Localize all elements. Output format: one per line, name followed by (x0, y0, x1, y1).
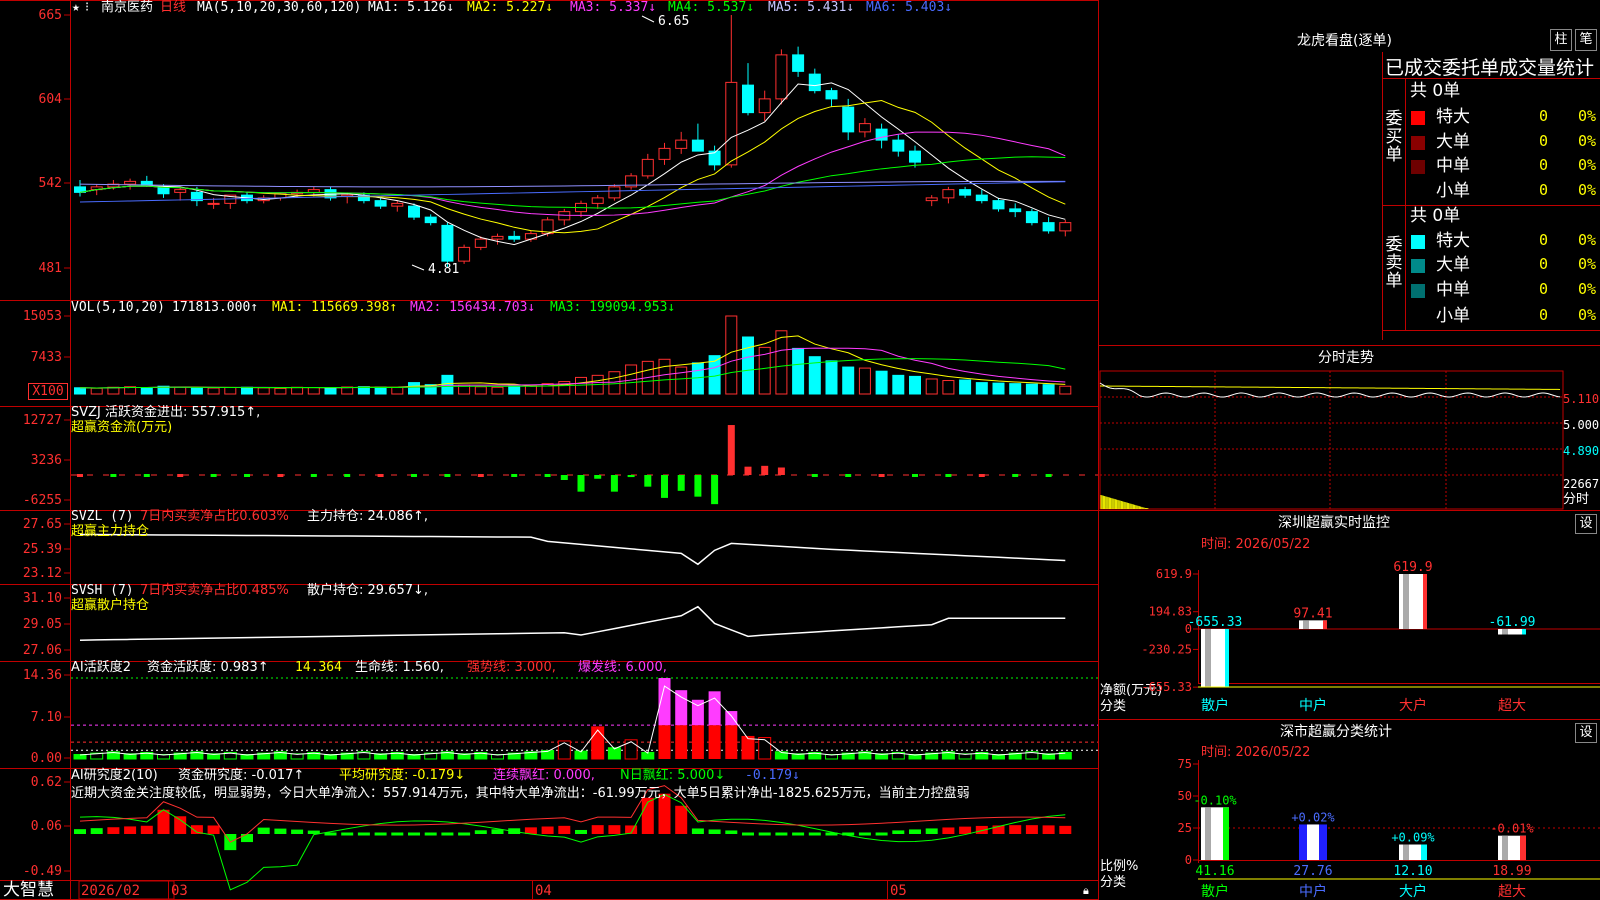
data-label: 97.41 (1293, 606, 1332, 621)
right-charts: 619.9 194.83 0 -230.25 -655.33 -655.33 散户 97.41… (1098, 52, 1600, 900)
class-bar (1498, 835, 1526, 860)
category-label: 超大 (1498, 698, 1526, 714)
data-label: -655.33 (1188, 615, 1243, 630)
bar-edge (1520, 835, 1526, 860)
intraday-chart (1099, 370, 1564, 510)
bar-shade (1303, 620, 1309, 629)
value-label: 12.10 (1393, 864, 1432, 879)
bar-edge (1421, 844, 1427, 860)
class-bar (1299, 824, 1327, 860)
axis-label: 75 (1178, 757, 1192, 771)
axis-label: -230.25 (1141, 642, 1192, 656)
change-label: -0.01% (1490, 822, 1534, 836)
bar-edge (1323, 620, 1327, 629)
monitor-bar (1201, 629, 1229, 688)
monitor-bar-chart: 619.9194.830-230.25-655.33-655.33散户97.41… (1141, 560, 1600, 714)
data-label: -61.99 (1489, 615, 1536, 630)
value-label: 18.99 (1492, 864, 1531, 879)
bar-edge (1225, 629, 1229, 688)
axis-label: 25 (1178, 821, 1192, 835)
axis-label: 50 (1178, 789, 1192, 803)
bar-edge (1423, 574, 1427, 629)
data-label: 619.9 (1393, 560, 1432, 575)
category-label: 散户 (1201, 697, 1229, 714)
class-bar (1399, 844, 1427, 860)
price-line (1099, 382, 1561, 398)
change-label: +0.02% (1291, 810, 1335, 824)
axis-label: 619.9 (1156, 567, 1192, 581)
category-label: 中户 (1299, 697, 1327, 714)
class-bar (1201, 807, 1229, 860)
monitor-bar (1299, 620, 1327, 629)
value-label: 27.76 (1293, 864, 1332, 879)
intraday-frame (1099, 370, 1564, 510)
bar-shade (1403, 844, 1409, 860)
category-label: 散户 (1201, 883, 1229, 900)
change-label: +0.09% (1391, 831, 1435, 845)
bar-shade (1403, 574, 1409, 629)
value-label: 41.16 (1195, 864, 1234, 879)
change-label: -0.10% (1193, 793, 1237, 807)
monitor-bar (1399, 574, 1427, 629)
category-label: 大户 (1399, 883, 1427, 900)
bar-shade (1307, 824, 1319, 860)
category-label: 中户 (1299, 883, 1327, 900)
bar-shade (1502, 835, 1508, 860)
axis-label: -655.33 (1141, 680, 1192, 694)
bar-shade (1205, 629, 1211, 688)
category-label: 大户 (1399, 697, 1427, 714)
class-bar-chart: 75 50 25 0 -0.10% 41.16 散户 +0.02% 27.76 中户 +0.09% 1… (1178, 757, 1600, 900)
category-label: 超大 (1498, 884, 1526, 900)
axis-label: 194.83 (1149, 605, 1192, 619)
bar-shade (1205, 807, 1211, 860)
axis-label: 0 (1185, 853, 1192, 867)
bar-edge (1223, 807, 1229, 860)
